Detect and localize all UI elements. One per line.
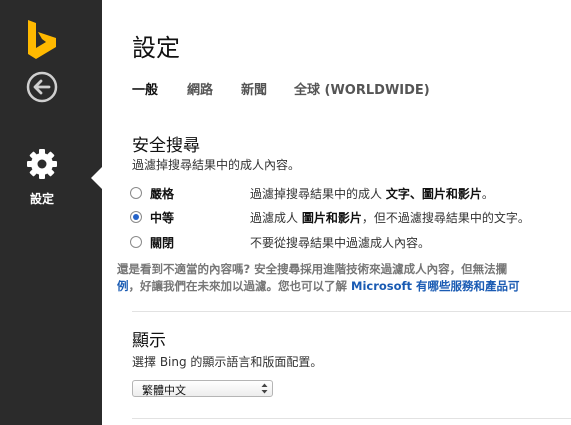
radio-label: 關閉: [150, 236, 175, 250]
safesearch-note: 還是看到不適當的內容嗎? 安全搜尋採用進階技術來過濾成人內容，但無法攔 例，好讓…: [117, 261, 571, 295]
display-description: 選擇 Bing 的顯示語言和版面配置。: [132, 355, 323, 369]
bing-logo[interactable]: [26, 20, 58, 62]
back-arrow-icon[interactable]: [26, 71, 58, 103]
report-link[interactable]: 例: [117, 279, 129, 293]
section-divider: [132, 418, 571, 419]
main-content: 設定 一般 網路 新聞 全球 (WORLDWIDE) 安全搜尋 過濾掉搜尋結果中…: [102, 0, 571, 425]
radio-label: 嚴格: [150, 187, 175, 201]
safesearch-option-strict[interactable]: 嚴格 過濾掉搜尋結果中的成人 文字、圖片和影片。: [130, 183, 570, 203]
chevron-up-down-icon: [261, 383, 268, 394]
tab-web[interactable]: 網路: [187, 79, 213, 98]
desc-emphasis: 文字、圖片和影片: [385, 187, 482, 201]
desc-text: 過濾掉搜尋結果中的成人: [250, 187, 386, 201]
desc-text: 過濾成人: [250, 211, 302, 225]
note-line-2: 例，好讓我們在未來加以過濾。您也可以了解 Microsoft 有哪些服務和產品可: [117, 278, 571, 295]
language-select-value: 繁體中文: [142, 384, 186, 397]
display-title: 顯示: [132, 331, 166, 351]
radio-description: 過濾成人 圖片和影片，但不過濾搜尋結果中的文字。: [250, 209, 530, 226]
section-divider: [132, 311, 571, 312]
note-line-1: 還是看到不適當的內容嗎? 安全搜尋採用進階技術來過濾成人內容，但無法攔: [117, 262, 508, 276]
radio-moderate[interactable]: [130, 211, 142, 223]
radio-strict[interactable]: [130, 187, 142, 199]
desc-emphasis: 圖片和影片: [301, 211, 362, 225]
radio-description: 不要從搜尋結果中過濾成人內容。: [250, 234, 430, 251]
tab-general[interactable]: 一般: [132, 79, 158, 98]
radio-description: 過濾掉搜尋結果中的成人 文字、圖片和影片。: [250, 185, 494, 202]
radio-label: 中等: [150, 211, 175, 225]
safesearch-option-moderate[interactable]: 中等 過濾成人 圖片和影片，但不過濾搜尋結果中的文字。: [130, 207, 570, 227]
safesearch-title: 安全搜尋: [132, 136, 200, 156]
sidebar-item-settings[interactable]: 設定: [0, 146, 102, 216]
sidebar-item-label: 設定: [29, 192, 54, 206]
language-select[interactable]: 繁體中文: [132, 380, 273, 397]
note-text: ，好讓我們在未來加以過濾。您也可以了解: [128, 279, 352, 293]
microsoft-services-link[interactable]: Microsoft 有哪些服務和產品可: [351, 279, 520, 293]
page-title: 設定: [132, 34, 180, 62]
tab-worldwide[interactable]: 全球 (WORLDWIDE): [294, 79, 430, 98]
gear-icon: [27, 149, 57, 179]
desc-text: 。: [481, 187, 494, 201]
sidebar: 設定: [0, 0, 102, 425]
safesearch-description: 過濾掉搜尋結果中的成人內容。: [132, 158, 301, 172]
safesearch-option-off[interactable]: 關閉 不要從搜尋結果中過濾成人內容。: [130, 232, 570, 252]
desc-text: 不要從搜尋結果中過濾成人內容。: [250, 236, 431, 250]
radio-off[interactable]: [130, 236, 142, 248]
desc-text: ，但不過濾搜尋結果中的文字。: [361, 211, 530, 225]
tab-news[interactable]: 新聞: [241, 79, 267, 98]
active-indicator: [91, 167, 102, 189]
